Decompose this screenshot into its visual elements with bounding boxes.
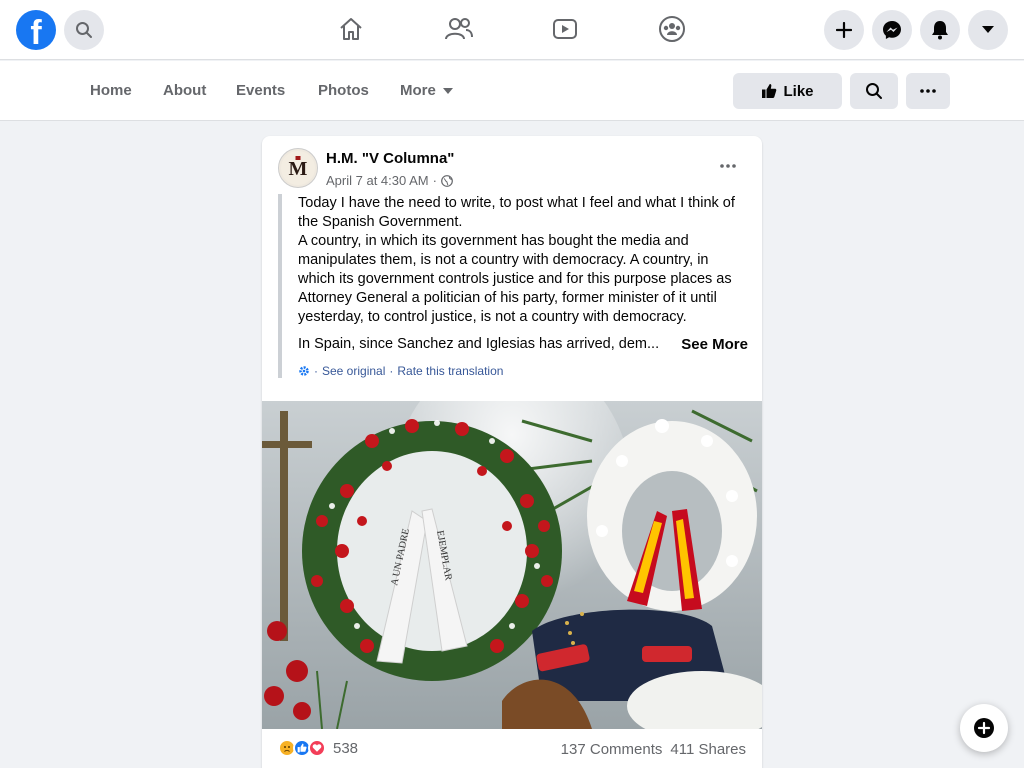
notifications-icon <box>932 21 948 40</box>
search-icon <box>866 83 882 99</box>
groups-icon <box>659 16 685 42</box>
truncated-text: In Spain, since Sanchez and Iglesias has… <box>298 336 660 352</box>
search-button[interactable] <box>64 10 104 50</box>
svg-text:M: M <box>289 158 308 180</box>
facebook-logo[interactable]: f <box>16 10 56 50</box>
home-icon <box>340 18 362 40</box>
caret-down-icon <box>442 87 453 94</box>
page-navigation: Home About Events Photos More Like <box>0 61 1024 121</box>
chevron-down-icon <box>982 26 994 33</box>
nav-watch[interactable] <box>550 14 580 44</box>
tab-about[interactable]: About <box>163 82 206 99</box>
tab-home[interactable]: Home <box>90 82 132 99</box>
notifications-button[interactable] <box>920 10 960 50</box>
nav-friends[interactable] <box>444 14 474 44</box>
post-timestamp[interactable]: April 7 at 4:30 AM <box>326 173 429 188</box>
more-horizontal-icon <box>920 89 936 93</box>
reaction-summary[interactable]: 538 <box>278 739 358 757</box>
post-photo[interactable]: A UN PADRE EJEMPLAR <box>262 401 762 729</box>
account-menu-button[interactable] <box>968 10 1008 50</box>
create-button[interactable] <box>824 10 864 50</box>
more-horizontal-icon <box>720 164 736 168</box>
create-icon <box>836 22 852 38</box>
post-stats: 137 Comments 411 Shares <box>561 741 746 758</box>
post-card: M H.M. "V Columna" April 7 at 4:30 AM · … <box>262 136 762 768</box>
search-icon <box>76 22 92 38</box>
translation-row: · See original · Rate this translation <box>298 364 748 378</box>
separator-dot: · <box>314 364 318 378</box>
tab-events[interactable]: Events <box>236 82 285 99</box>
page-logo-icon: M <box>281 151 315 185</box>
meta-separator: · <box>432 173 437 188</box>
avatar[interactable]: M <box>278 148 318 188</box>
compose-icon <box>974 718 994 738</box>
thumbs-up-icon <box>762 84 777 98</box>
top-navigation-bar: f <box>0 0 1024 60</box>
page-search-button[interactable] <box>850 73 898 109</box>
post-meta: April 7 at 4:30 AM · <box>326 173 453 188</box>
post-paragraph: Today I have the need to write, to post … <box>298 195 735 230</box>
page-more-options-button[interactable] <box>906 73 950 109</box>
like-page-button[interactable]: Like <box>733 73 842 109</box>
friends-icon <box>445 18 473 40</box>
logo-letter: f <box>30 14 42 50</box>
new-message-button[interactable] <box>960 704 1008 752</box>
tab-more-label: More <box>400 82 436 99</box>
messenger-icon <box>883 21 901 39</box>
comments-count[interactable]: 137 Comments <box>561 741 663 758</box>
funeral-wreaths-image: A UN PADRE EJEMPLAR <box>262 401 762 729</box>
shares-count[interactable]: 411 Shares <box>670 741 746 758</box>
globe-icon <box>441 174 453 187</box>
post-paragraph: A country, in which its government has b… <box>298 233 732 325</box>
nav-home[interactable] <box>336 14 366 44</box>
tab-photos[interactable]: Photos <box>318 82 369 99</box>
nav-groups[interactable] <box>657 14 687 44</box>
separator-dot: · <box>389 364 394 378</box>
post-author[interactable]: H.M. "V Columna" <box>326 150 454 167</box>
tab-more[interactable]: More <box>400 82 454 99</box>
gear-icon <box>299 366 309 376</box>
translated-post-text: Today I have the need to write, to post … <box>278 194 748 378</box>
messenger-button[interactable] <box>872 10 912 50</box>
post-options-button[interactable] <box>714 152 742 180</box>
see-original-link[interactable]: See original <box>322 364 385 378</box>
reaction-count: 538 <box>333 739 359 757</box>
love-reaction-icon <box>308 739 326 757</box>
post-paragraph-truncated: In Spain, since Sanchez and Iglesias has… <box>298 335 748 354</box>
see-more-link[interactable]: See More <box>681 335 748 354</box>
rate-translation-link[interactable]: Rate this translation <box>397 364 503 378</box>
watch-icon <box>553 19 577 39</box>
like-label: Like <box>783 82 814 100</box>
